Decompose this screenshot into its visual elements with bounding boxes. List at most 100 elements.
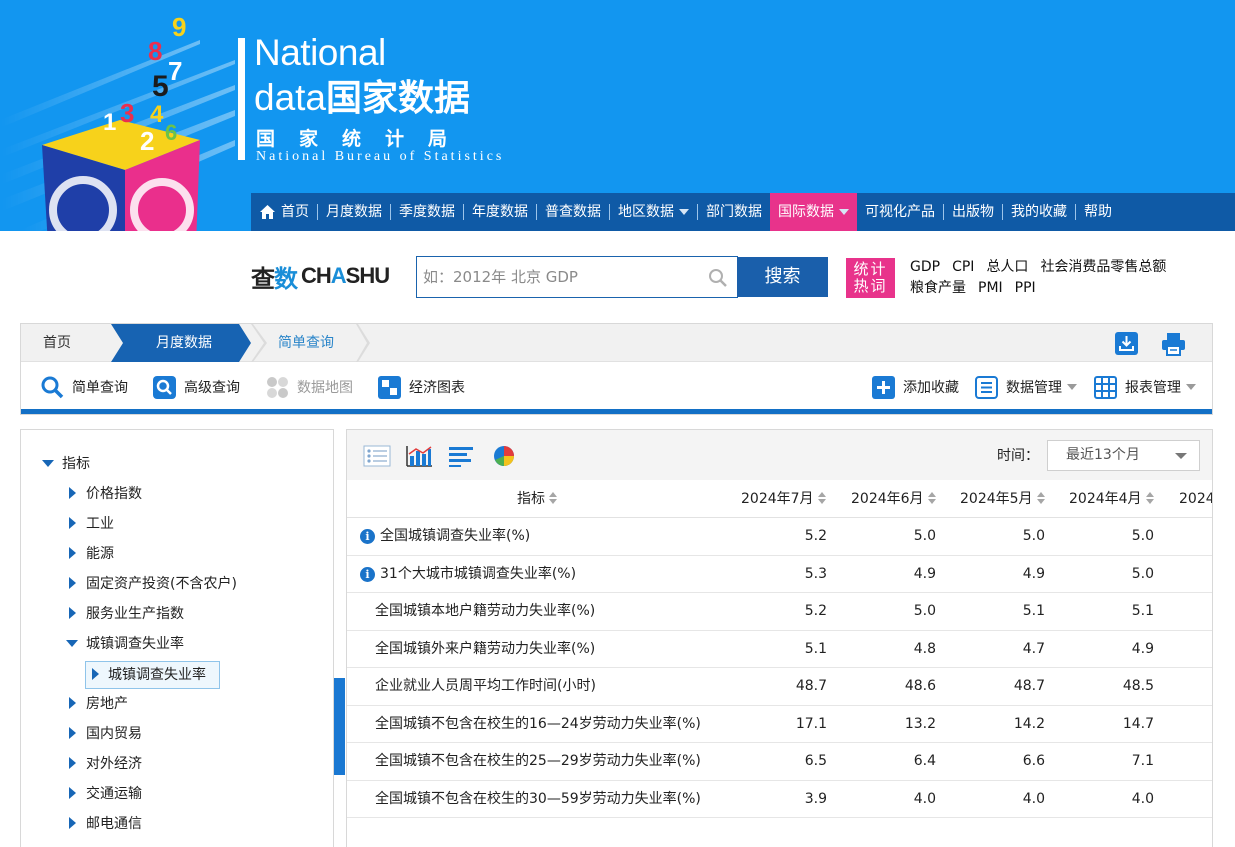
search-button[interactable]: 搜索: [737, 257, 828, 297]
tree-item-services-index[interactable]: 服务业生产指数: [69, 603, 184, 625]
nav-item-visualization[interactable]: 可视化产品: [857, 193, 943, 231]
nav-item-help[interactable]: 帮助: [1076, 193, 1120, 231]
chevron-down-icon: [1067, 384, 1077, 390]
info-icon[interactable]: i: [360, 566, 375, 582]
nav-item-publications[interactable]: 出版物: [944, 193, 1002, 231]
chevron-down-icon: [1175, 453, 1187, 459]
hot-word-link[interactable]: 总人口: [986, 259, 1028, 275]
nav-item-monthly[interactable]: 月度数据: [318, 193, 390, 231]
col-header-date[interactable]: 2024: [1179, 480, 1212, 518]
cell-value: 4.0: [1131, 790, 1154, 807]
nav-item-home[interactable]: 首页: [251, 193, 317, 231]
collapsed-triangle-icon: [69, 727, 76, 739]
collapsed-triangle-icon: [69, 517, 76, 529]
tree-item-energy[interactable]: 能源: [69, 543, 114, 565]
data-manage-label: 数据管理: [1006, 380, 1062, 396]
breadcrumb-monthly[interactable]: 月度数据: [156, 324, 212, 362]
breadcrumb-separator: [356, 324, 370, 362]
collapsed-triangle-icon: [69, 577, 76, 589]
econ-chart-button[interactable]: 经济图表: [378, 375, 465, 399]
tree-item-price-index[interactable]: 价格指数: [69, 483, 142, 505]
report-manage-button[interactable]: 报表管理: [1094, 375, 1196, 399]
breadcrumb-current[interactable]: 简单查询: [278, 324, 334, 362]
bar-chart-icon[interactable]: [405, 444, 433, 468]
cell-value: 4.9: [1022, 565, 1045, 582]
print-icon[interactable]: [1161, 332, 1186, 356]
data-manage-button[interactable]: 数据管理: [975, 375, 1077, 399]
table-view-icon[interactable]: [363, 444, 391, 468]
indicator-name: 全国城镇本地户籍劳动力失业率(%): [375, 603, 596, 619]
advanced-query-label: 高级查询: [184, 380, 240, 396]
hot-word-link[interactable]: PPI: [1015, 280, 1036, 296]
tree-item-industry[interactable]: 工业: [69, 513, 114, 535]
table-row[interactable]: 企业就业人员周平均工作时间(小时) 48.7 48.6 48.7 48.5: [347, 668, 1212, 706]
logo-data-text: data国家数据: [254, 77, 471, 119]
sort-icon: [927, 492, 936, 504]
hbar-chart-icon[interactable]: [447, 444, 475, 468]
simple-query-button[interactable]: 简单查询: [41, 376, 128, 398]
advanced-query-button[interactable]: 高级查询: [153, 375, 240, 399]
tree-item-real-estate[interactable]: 房地产: [69, 693, 128, 715]
table-row[interactable]: 全国城镇不包含在校生的30—59岁劳动力失业率(%) 3.9 4.0 4.0 4.0: [347, 781, 1212, 818]
col-header-date[interactable]: 2024年4月: [1069, 480, 1154, 518]
nav-item-department[interactable]: 部门数据: [698, 193, 770, 231]
tree-label: 服务业生产指数: [86, 606, 184, 622]
table-row[interactable]: 全国城镇不包含在校生的25—29岁劳动力失业率(%) 6.5 6.4 6.6 7.1: [347, 743, 1212, 781]
svg-text:3: 3: [120, 98, 134, 128]
info-icon[interactable]: i: [360, 529, 375, 544]
time-range-select[interactable]: 最近13个月: [1047, 440, 1200, 471]
cell-value: 5.0: [1022, 528, 1045, 544]
tree-item-post-telecom[interactable]: 邮电通信: [69, 813, 142, 835]
tree-label: 国内贸易: [86, 726, 142, 742]
breadcrumb-home[interactable]: 首页: [43, 324, 71, 362]
nav-item-quarterly[interactable]: 季度数据: [391, 193, 463, 231]
tree-scrollbar[interactable]: [334, 678, 345, 775]
nav-item-regional[interactable]: 地区数据: [610, 193, 697, 231]
pie-chart-icon[interactable]: [490, 444, 518, 468]
table-row[interactable]: 全国城镇不包含在校生的16—24岁劳动力失业率(%) 17.1 13.2 14.2 14…: [347, 706, 1212, 743]
cell-value: 5.1: [1022, 603, 1045, 619]
tree-item-transport[interactable]: 交通运输: [69, 783, 142, 805]
search-box: [416, 256, 738, 298]
table-row[interactable]: i 全国城镇调查失业率(%) 5.2 5.0 5.0 5.0: [347, 518, 1212, 556]
col-header-indicator[interactable]: 指标: [517, 480, 557, 518]
table-row[interactable]: i 31个大城市城镇调查失业率(%) 5.3 4.9 4.9 5.0: [347, 556, 1212, 593]
add-favorite-button[interactable]: 添加收藏: [872, 375, 959, 399]
cell-value: 5.0: [913, 603, 936, 619]
indicator-name: 企业就业人员周平均工作时间(小时): [375, 678, 596, 694]
nav-item-favorites[interactable]: 我的收藏: [1003, 193, 1075, 231]
hot-word-link[interactable]: 粮食产量: [910, 280, 966, 296]
hot-word-link[interactable]: PMI: [978, 280, 1003, 296]
hot-word-link[interactable]: 社会消费品零售总额: [1040, 259, 1166, 275]
nav-item-international[interactable]: 国际数据: [770, 193, 857, 231]
cell-value: 7.1: [1131, 753, 1154, 769]
col-header-date[interactable]: 2024年7月: [741, 480, 826, 518]
tree-child-selected[interactable]: 城镇调查失业率: [85, 661, 220, 689]
indicator-name: 全国城镇不包含在校生的16—24岁劳动力失业率(%): [375, 715, 701, 732]
col-header-date[interactable]: 2024年6月: [851, 480, 936, 518]
search-icon[interactable]: [708, 268, 728, 288]
hot-word-link[interactable]: CPI: [952, 259, 974, 275]
chevron-down-icon: [839, 209, 849, 215]
hot-word-link[interactable]: GDP: [910, 259, 940, 275]
tree-item-domestic-trade[interactable]: 国内贸易: [69, 723, 142, 745]
breadcrumb: 首页 月度数据 简单查询: [21, 324, 1212, 362]
nav-item-census[interactable]: 普查数据: [537, 193, 609, 231]
table-row[interactable]: 全国城镇本地户籍劳动力失业率(%) 5.2 5.0 5.1 5.1: [347, 593, 1212, 631]
nav-label: 地区数据: [618, 204, 674, 220]
table-icon: [1094, 375, 1117, 399]
chart-icon: [378, 375, 401, 399]
table-row[interactable]: 全国城镇外来户籍劳动力失业率(%) 5.1 4.8 4.7 4.9: [347, 631, 1212, 668]
search-input[interactable]: [423, 265, 703, 289]
nav-label: 首页: [281, 204, 309, 220]
tree-item-foreign-economy[interactable]: 对外经济: [69, 753, 142, 775]
nav-item-annual[interactable]: 年度数据: [464, 193, 536, 231]
tree-item-fixed-investment[interactable]: 固定资产投资(不含农户): [69, 573, 237, 595]
col-header-date[interactable]: 2024年5月: [960, 480, 1045, 518]
logo-national-text: National: [254, 32, 386, 73]
data-map-button[interactable]: 数据地图: [266, 376, 353, 398]
download-icon[interactable]: [1115, 332, 1138, 355]
tree-item-unemployment[interactable]: 城镇调查失业率: [66, 633, 184, 655]
tree-root[interactable]: 指标: [42, 453, 90, 475]
tree-label: 能源: [86, 546, 114, 562]
